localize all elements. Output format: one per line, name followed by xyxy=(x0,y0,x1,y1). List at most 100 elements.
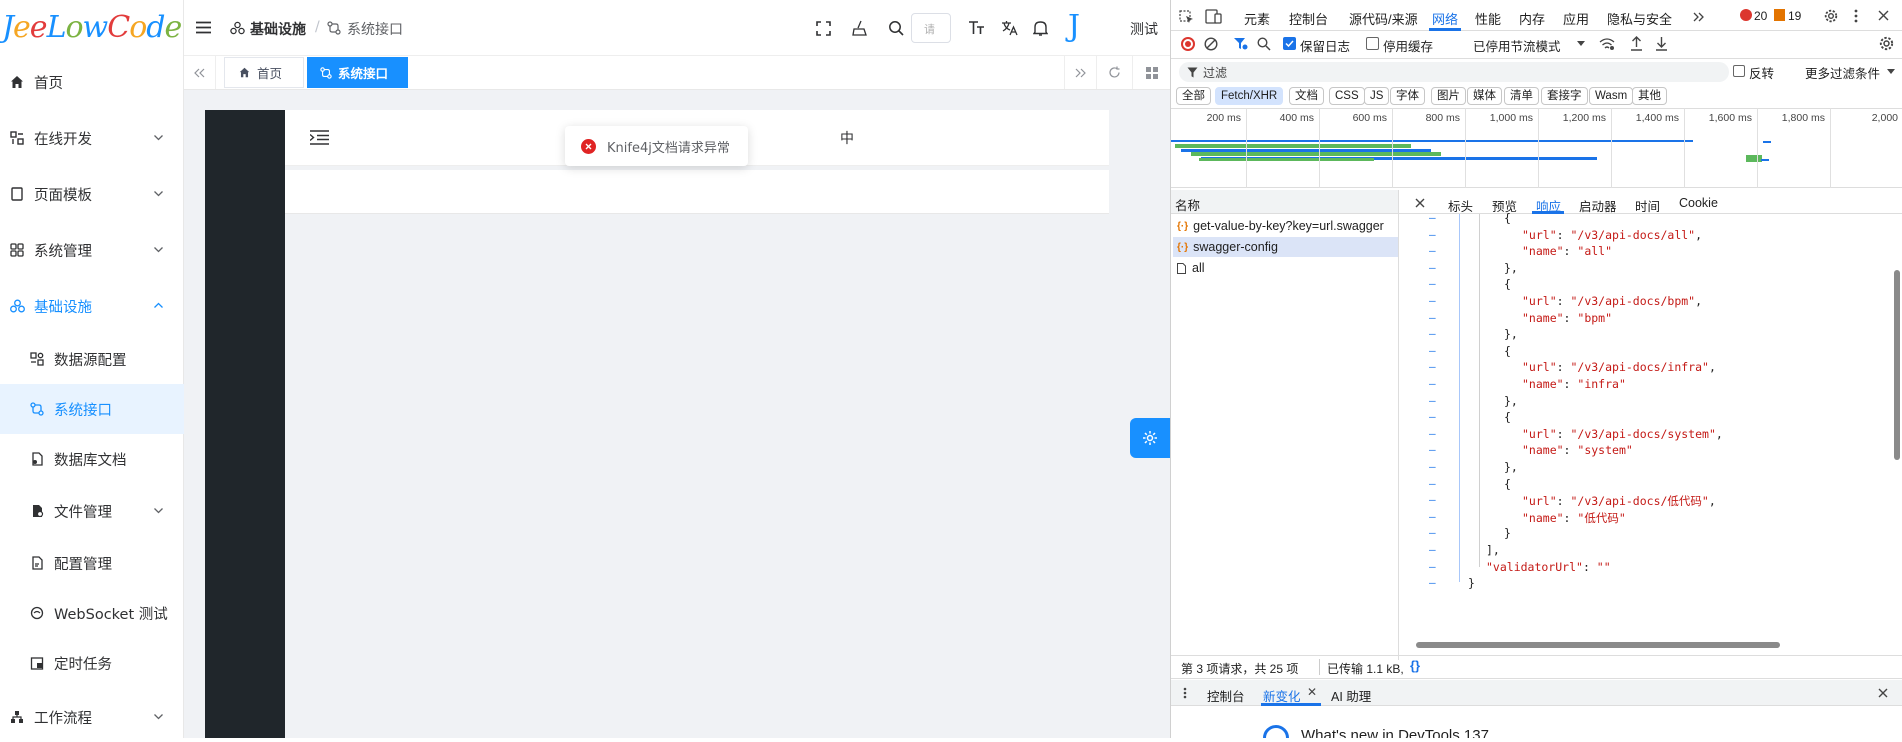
type-filter-css[interactable]: CSS xyxy=(1329,87,1365,105)
settings-float-button[interactable] xyxy=(1130,418,1170,458)
device-toolbar-icon[interactable] xyxy=(1205,9,1222,24)
warning-count[interactable]: 19 xyxy=(1788,9,1801,23)
filter-funnel-icon[interactable] xyxy=(1233,37,1248,51)
breadcrumb-root[interactable]: 基础设施 xyxy=(250,19,306,39)
breadcrumb-current: 系统接口 xyxy=(347,22,403,38)
drawer-menu-icon[interactable] xyxy=(1183,687,1187,699)
import-har-icon[interactable] xyxy=(1630,36,1643,51)
vertical-scrollbar[interactable] xyxy=(1891,214,1902,634)
sidebar-item-system-mgmt[interactable]: 系统管理 xyxy=(0,225,184,275)
devtools-tab-application[interactable]: 应用 xyxy=(1563,9,1589,28)
more-filters-dropdown[interactable]: 更多过滤条件 xyxy=(1805,63,1880,82)
type-filter-media[interactable]: 媒体 xyxy=(1467,87,1502,105)
export-har-icon[interactable] xyxy=(1655,36,1668,51)
filter-input[interactable]: 过滤 xyxy=(1179,62,1729,82)
record-button[interactable] xyxy=(1181,37,1195,51)
user-name[interactable]: 测试 xyxy=(1130,19,1158,39)
devtools-tab-sources[interactable]: 源代码/来源 xyxy=(1349,9,1418,28)
sidebar-item-page-template[interactable]: 页面模板 xyxy=(0,169,184,219)
network-settings-icon[interactable] xyxy=(1879,36,1894,51)
more-tabs-icon[interactable] xyxy=(1693,12,1705,22)
search-input[interactable]: 请 xyxy=(911,13,951,43)
sidebar-item-home[interactable]: 首页 xyxy=(0,57,184,107)
name-column-header[interactable]: 名称 xyxy=(1171,190,1399,214)
detail-tab-timing[interactable]: 时间 xyxy=(1635,196,1660,215)
detail-tab-initiator[interactable]: 启动器 xyxy=(1579,196,1617,215)
sidebar-subitem-db-doc[interactable]: 数据库文档 xyxy=(0,434,184,484)
drawer-tab-ai-assistant[interactable]: AI 助理 xyxy=(1331,686,1371,705)
request-row[interactable]: {·} swagger-config xyxy=(1173,237,1398,257)
type-filter-js[interactable]: JS xyxy=(1364,87,1390,105)
sidebar-subitem-config[interactable]: 配置管理 xyxy=(0,538,184,588)
inspect-element-icon[interactable] xyxy=(1179,10,1194,24)
sidebar-subitem-file-mgmt[interactable]: 文件管理 xyxy=(0,486,184,536)
sidebar-item-infra[interactable]: 基础设施 xyxy=(0,281,184,331)
close-icon[interactable]: ✕ xyxy=(1307,685,1317,699)
scroll-thumb[interactable] xyxy=(1894,270,1900,460)
type-filter-other[interactable]: 其他 xyxy=(1632,87,1667,105)
close-detail-icon[interactable] xyxy=(1415,198,1425,208)
devtools-tab-memory[interactable]: 内存 xyxy=(1519,9,1545,28)
clean-icon[interactable] xyxy=(852,20,868,36)
type-filter-all[interactable]: 全部 xyxy=(1176,87,1211,105)
type-filter-doc[interactable]: 文档 xyxy=(1289,87,1324,105)
devtools-tab-console[interactable]: 控制台 xyxy=(1289,9,1328,28)
tab-home[interactable]: 首页 xyxy=(224,57,304,88)
horizontal-scrollbar[interactable] xyxy=(1401,640,1891,650)
sidebar-item-label: 页面模板 xyxy=(34,187,92,204)
app-logo[interactable]: JeeLowCode xyxy=(0,6,184,50)
tab-menu-button[interactable] xyxy=(1132,56,1170,89)
sidebar-subitem-datasource[interactable]: 数据源配置 xyxy=(0,334,184,384)
menu-indent-icon[interactable] xyxy=(310,130,329,145)
error-count[interactable]: 20 xyxy=(1754,9,1767,23)
detail-tab-cookies[interactable]: Cookie xyxy=(1679,196,1718,210)
scroll-thumb[interactable] xyxy=(1416,642,1780,648)
type-filter-fetch-xhr[interactable]: Fetch/XHR xyxy=(1215,87,1284,105)
invert-checkbox[interactable] xyxy=(1733,65,1745,77)
throttle-select[interactable]: 已停用节流模式 xyxy=(1473,36,1561,55)
detail-tab-headers[interactable]: 标头 xyxy=(1448,196,1473,215)
clear-icon[interactable] xyxy=(1204,37,1218,51)
tabs-scroll-right-button[interactable] xyxy=(1064,56,1096,89)
tabs-scroll-left-button[interactable] xyxy=(184,56,216,89)
devtools-tab-elements[interactable]: 元素 xyxy=(1244,9,1270,28)
type-filter-img[interactable]: 图片 xyxy=(1431,87,1466,105)
filter-placeholder: 过滤 xyxy=(1203,65,1228,80)
search-icon[interactable] xyxy=(888,20,904,36)
kebab-menu-icon[interactable] xyxy=(1854,9,1858,23)
translate-icon[interactable] xyxy=(1001,20,1018,36)
disable-cache-checkbox[interactable] xyxy=(1366,37,1379,50)
sidebar-item-online-dev[interactable]: 在线开发 xyxy=(0,113,184,163)
language-toggle[interactable]: 中 xyxy=(840,128,854,148)
avatar[interactable]: J xyxy=(1068,10,1092,44)
request-row[interactable]: all xyxy=(1173,258,1398,278)
menu-toggle-icon[interactable] xyxy=(196,21,211,34)
devtools-tab-network[interactable]: 网络 xyxy=(1432,9,1458,28)
bell-icon[interactable] xyxy=(1033,19,1048,36)
sidebar-subitem-websocket[interactable]: WebSocket 测试 xyxy=(0,588,184,638)
search-icon[interactable] xyxy=(1257,37,1271,51)
close-drawer-icon[interactable] xyxy=(1878,688,1888,698)
close-icon[interactable] xyxy=(1878,10,1889,21)
font-size-icon[interactable] xyxy=(968,20,985,36)
sidebar-subitem-scheduled-task[interactable]: 定时任务 xyxy=(0,638,184,688)
response-line: ], xyxy=(1486,543,1500,557)
sidebar-item-workflow[interactable]: 工作流程 xyxy=(0,692,184,742)
type-filter-manifest[interactable]: 清单 xyxy=(1504,87,1539,105)
type-filter-socket[interactable]: 套接字 xyxy=(1541,87,1588,105)
network-conditions-icon[interactable] xyxy=(1599,37,1615,51)
tab-system-api[interactable]: 系统接口 xyxy=(307,57,408,88)
devtools-tab-privacy[interactable]: 隐私与安全 xyxy=(1607,9,1672,28)
devtools-tab-performance[interactable]: 性能 xyxy=(1475,9,1501,28)
pretty-print-icon[interactable]: {} xyxy=(1410,658,1420,673)
drawer-tab-console[interactable]: 控制台 xyxy=(1207,686,1245,705)
type-filter-wasm[interactable]: Wasm xyxy=(1589,87,1634,105)
fullscreen-icon[interactable] xyxy=(816,21,831,36)
request-row[interactable]: {·} get-value-by-key?key=url.swagger xyxy=(1173,216,1398,236)
tab-refresh-button[interactable] xyxy=(1096,56,1132,89)
timeline-gridline xyxy=(1319,108,1320,188)
type-filter-font[interactable]: 字体 xyxy=(1390,87,1425,105)
sidebar-subitem-system-api[interactable]: 系统接口 xyxy=(0,384,184,434)
preserve-log-checkbox[interactable] xyxy=(1283,37,1296,50)
settings-gear-icon[interactable] xyxy=(1824,9,1838,23)
